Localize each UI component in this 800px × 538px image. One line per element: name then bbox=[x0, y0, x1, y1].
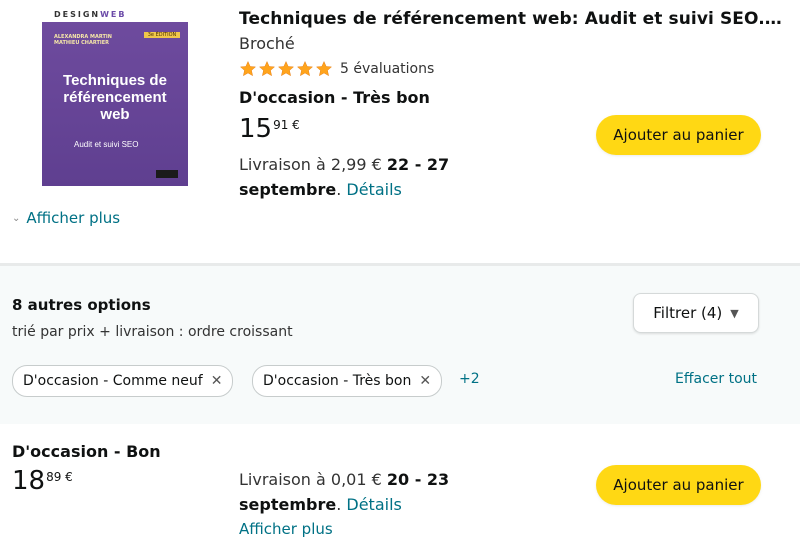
price-whole: 15 bbox=[239, 114, 273, 144]
offer-condition: D'occasion - Très bon bbox=[239, 88, 430, 107]
other-options-panel bbox=[0, 263, 800, 424]
star-icon bbox=[277, 60, 295, 77]
add-to-cart-button[interactable]: Ajouter au panier bbox=[596, 115, 761, 155]
chevron-down-icon: ▼ bbox=[730, 306, 739, 320]
rating-stars bbox=[239, 60, 333, 78]
chevron-down-icon: ⌄ bbox=[12, 212, 21, 224]
add-to-cart-button[interactable]: Ajouter au panier bbox=[596, 465, 761, 505]
close-icon[interactable]: ✕ bbox=[419, 373, 431, 389]
close-icon[interactable]: ✕ bbox=[211, 373, 223, 389]
clear-all-link[interactable]: Effacer tout bbox=[675, 371, 757, 387]
filter-chip-label: D'occasion - Très bon bbox=[263, 373, 412, 389]
publisher-logo bbox=[156, 170, 178, 178]
cover-art: 3e ÉDITION ALEXANDRA MARTIN MATHIEU CHAR… bbox=[42, 22, 188, 186]
price-whole: 18 bbox=[12, 466, 46, 496]
product-cover-image[interactable]: DESIGNWEB 3e ÉDITION ALEXANDRA MARTIN MA… bbox=[42, 8, 188, 186]
star-icon bbox=[315, 60, 333, 77]
cover-authors: ALEXANDRA MARTIN MATHIEU CHARTIER bbox=[54, 34, 112, 46]
price-fraction: 91 € bbox=[273, 118, 300, 132]
delivery-info: Livraison à 2,99 € 22 - 27 septembre. Dé… bbox=[239, 155, 450, 199]
show-more-link[interactable]: ⌄ Afficher plus bbox=[12, 209, 120, 227]
delivery-details-link[interactable]: Détails bbox=[346, 495, 401, 514]
delivery-details-link[interactable]: Détails bbox=[346, 180, 401, 199]
offer-price: 1889 € bbox=[12, 467, 73, 495]
show-more-label: Afficher plus bbox=[239, 520, 333, 538]
filter-chip[interactable]: D'occasion - Comme neuf ✕ bbox=[12, 365, 234, 397]
offer-condition: D'occasion - Bon bbox=[12, 442, 161, 461]
price-fraction: 89 € bbox=[46, 470, 73, 484]
product-rating[interactable]: 5 évaluations bbox=[239, 60, 434, 78]
cover-title: Techniques de référencement web bbox=[63, 72, 167, 123]
filter-chip[interactable]: D'occasion - Très bon ✕ bbox=[252, 365, 443, 397]
other-options-title: 8 autres options bbox=[12, 296, 151, 314]
delivery-prefix: Livraison à 0,01 € bbox=[239, 470, 387, 489]
filter-label: Filtrer (4) bbox=[653, 304, 723, 322]
cover-edition-badge: 3e ÉDITION bbox=[144, 32, 180, 38]
star-icon bbox=[258, 60, 276, 77]
product-format[interactable]: Broché bbox=[239, 34, 295, 53]
offer-price: 1591 € bbox=[239, 115, 300, 143]
rating-count[interactable]: 5 évaluations bbox=[340, 61, 434, 77]
product-title[interactable]: Techniques de référencement web: Audit e… bbox=[239, 9, 784, 29]
delivery-prefix: Livraison à 2,99 € bbox=[239, 155, 387, 174]
filter-chip-label: D'occasion - Comme neuf bbox=[23, 373, 203, 389]
cover-subtitle: Audit et suivi SEO bbox=[74, 140, 139, 149]
show-more-label: Afficher plus bbox=[26, 209, 121, 227]
delivery-info: Livraison à 0,01 € 20 - 23 septembre. Dé… bbox=[239, 470, 450, 514]
star-icon bbox=[239, 60, 257, 77]
cover-brand: DESIGNWEB bbox=[54, 10, 127, 19]
show-more-link[interactable]: Afficher plus bbox=[239, 520, 333, 538]
sort-description: trié par prix + livraison : ordre croiss… bbox=[12, 324, 293, 340]
star-icon bbox=[296, 60, 314, 77]
more-filters-link[interactable]: +2 bbox=[459, 371, 480, 387]
filter-button[interactable]: Filtrer (4) ▼ bbox=[633, 293, 759, 333]
